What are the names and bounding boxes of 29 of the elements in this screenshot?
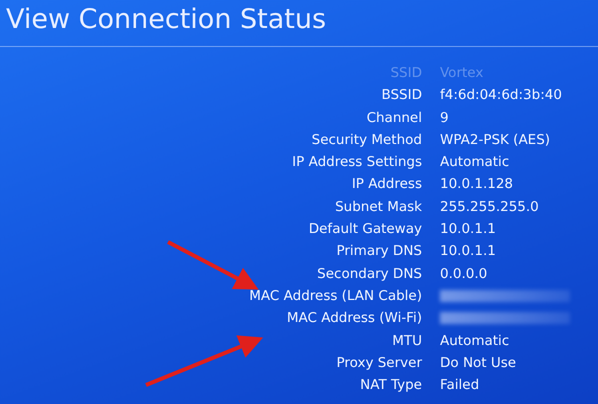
field-label: Secondary DNS	[316, 264, 422, 284]
field-label: IP Address	[350, 175, 422, 194]
field-value: f4:6d:04:6d:3b:40	[440, 86, 563, 106]
field-label: MAC Address (Wi-Fi)	[286, 309, 422, 328]
field-value: Automatic	[440, 153, 510, 172]
field-value: Failed	[440, 376, 480, 396]
field-value: 10.0.1.1	[440, 220, 497, 240]
field-value: 0.0.0.0	[440, 264, 488, 284]
field-label: Primary DNS	[335, 242, 422, 262]
field-label: Proxy Server	[335, 354, 422, 373]
screen-title: View Connection Status	[5, 3, 328, 37]
field-label: Default Gateway	[308, 220, 422, 240]
field-label: SSID	[389, 64, 422, 83]
field-value: 10.0.1.128	[440, 175, 514, 194]
field-value: 10.0.1.1	[440, 242, 497, 262]
field-label: BSSID	[380, 86, 422, 106]
field-label: Security Method	[310, 130, 422, 150]
field-value: WPA2-PSK (AES)	[440, 130, 552, 150]
field-value: Do Not Use	[440, 354, 518, 373]
field-label: NAT Type	[359, 376, 422, 396]
field-label: MTU	[391, 332, 422, 351]
field-label: IP Address Settings	[291, 153, 422, 172]
field-value: Vortex	[440, 64, 484, 83]
field-label: Channel	[366, 108, 422, 128]
field-label: Subnet Mask	[334, 198, 422, 217]
field-value: Automatic	[440, 332, 510, 351]
field-value: 255.255.255.0	[440, 198, 540, 217]
field-value: 9	[440, 108, 450, 128]
field-label: MAC Address (LAN Cable)	[248, 286, 422, 306]
